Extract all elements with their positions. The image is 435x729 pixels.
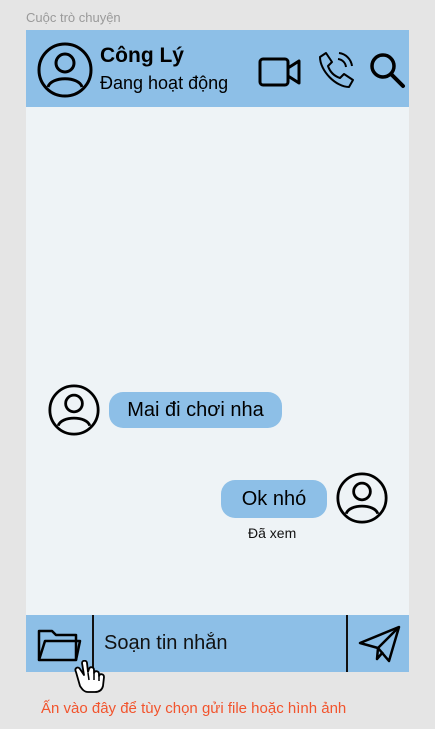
contact-status: Đang hoạt động — [100, 73, 229, 93]
phone-call-icon — [319, 52, 354, 88]
chat-screen: Công Lý Đang hoạt động Mai đi chơi nha O… — [26, 30, 409, 672]
voice-call-button[interactable] — [316, 49, 356, 91]
send-button[interactable] — [350, 615, 409, 672]
seen-status: Đã xem — [248, 525, 297, 541]
video-call-button[interactable] — [258, 54, 302, 90]
outgoing-message-bubble[interactable]: Ok nhó — [221, 480, 327, 518]
annotation-text: Ấn vào đây để tùy chọn gửi file hoặc hìn… — [41, 700, 347, 717]
folder-icon — [37, 629, 82, 661]
message-input[interactable] — [96, 623, 340, 663]
incoming-message-bubble[interactable]: Mai đi chơi nha — [109, 392, 282, 428]
chat-header: Công Lý Đang hoạt động — [26, 30, 409, 107]
search-button[interactable] — [368, 51, 406, 89]
composer-divider — [346, 615, 348, 672]
search-icon — [370, 53, 405, 88]
user-avatar-icon — [48, 384, 100, 436]
user-avatar-icon[interactable] — [37, 42, 93, 98]
hand-pointer-icon — [74, 660, 105, 693]
user-avatar-icon — [336, 472, 388, 524]
contact-name: Công Lý — [100, 44, 184, 67]
video-camera-icon — [258, 57, 301, 87]
paper-plane-send-icon — [358, 625, 400, 662]
frame-label: Cuộc trò chuyện — [26, 10, 121, 25]
